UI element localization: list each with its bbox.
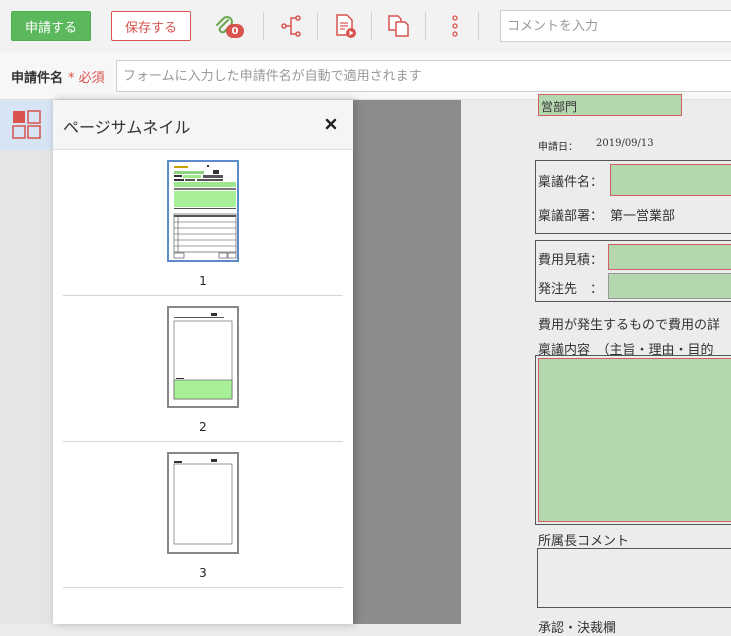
attachment-button[interactable]: 0	[208, 10, 244, 42]
more-button[interactable]	[438, 10, 472, 42]
thumbnail-toggle-button[interactable]	[0, 100, 53, 150]
thumbnail-item[interactable]: 1	[63, 150, 343, 296]
page-thumbnail-3[interactable]	[167, 452, 239, 554]
proposal-name-field[interactable]	[610, 164, 731, 196]
toolbar-divider	[478, 12, 479, 40]
department-field-text: 営部門	[541, 100, 578, 114]
page-number: 1	[199, 274, 207, 288]
date-value: 2019/09/13	[596, 138, 654, 149]
close-icon	[325, 118, 337, 130]
subject-input[interactable]	[116, 60, 731, 92]
apply-button[interactable]: 申請する	[11, 11, 91, 41]
subject-label: 申請件名	[11, 71, 64, 86]
proposal-name-label: 稟議件名：	[538, 175, 604, 190]
toolbar-divider	[425, 12, 426, 40]
page-number: 2	[199, 420, 207, 434]
attachment-count-badge: 0	[226, 24, 244, 38]
comment-input[interactable]	[500, 10, 731, 42]
page-thumbnail-2[interactable]	[167, 306, 239, 408]
preview-button[interactable]	[328, 10, 362, 42]
copy-button[interactable]	[382, 10, 416, 42]
toolbar: 申請する 保存する 0	[0, 0, 731, 52]
manager-comment-field[interactable]	[537, 548, 731, 608]
department-field[interactable]: 営部門	[538, 94, 682, 116]
content-field[interactable]	[538, 358, 731, 522]
toolbar-divider	[371, 12, 372, 40]
page-number: 3	[199, 566, 207, 580]
thumbnail-panel-header: ページサムネイル	[53, 100, 353, 150]
page-2-preview	[173, 313, 233, 400]
thumbnail-panel-title: ページサムネイル	[63, 118, 191, 137]
thumbnail-grid-icon	[11, 110, 41, 139]
toolbar-divider	[317, 12, 318, 40]
proposal-dept-value: 第一営業部	[610, 209, 676, 224]
manager-comment-label: 所属長コメント	[538, 534, 630, 549]
copy-icon	[388, 15, 409, 37]
document-play-icon	[336, 14, 356, 38]
thumbnail-panel: ページサムネイル 1 2 3	[53, 100, 353, 624]
toolbar-divider	[263, 12, 264, 40]
route-button[interactable]	[274, 10, 308, 42]
save-button[interactable]: 保存する	[111, 11, 191, 41]
estimate-field[interactable]	[608, 244, 731, 270]
page-3-preview	[173, 459, 233, 545]
more-vertical-icon	[452, 15, 458, 37]
estimate-label: 費用見積：	[538, 253, 604, 268]
supplier-label: 発注先 ：	[538, 282, 604, 297]
page-1-preview	[173, 165, 237, 259]
supplier-field[interactable]	[608, 273, 731, 299]
date-label: 申請日：	[538, 142, 578, 153]
proposal-dept-label: 稟議部署：	[538, 209, 604, 224]
page-thumbnail-1[interactable]	[167, 160, 239, 262]
side-rail	[0, 100, 53, 624]
route-icon	[281, 15, 301, 37]
required-mark: * 必須	[68, 71, 105, 86]
thumbnail-item[interactable]: 2	[63, 296, 343, 442]
thumbnail-item[interactable]: 3	[63, 442, 343, 588]
document-page: 営部門 申請日： 2019/09/13 稟議件名： 稟議部署： 第一営業部 費用…	[461, 94, 731, 636]
close-button[interactable]	[321, 114, 341, 134]
subject-row: 申請件名 * 必須	[0, 52, 731, 100]
approval-section-label: 承認・決裁欄	[538, 621, 617, 636]
cost-note: 費用が発生するもので費用の詳	[538, 318, 721, 333]
